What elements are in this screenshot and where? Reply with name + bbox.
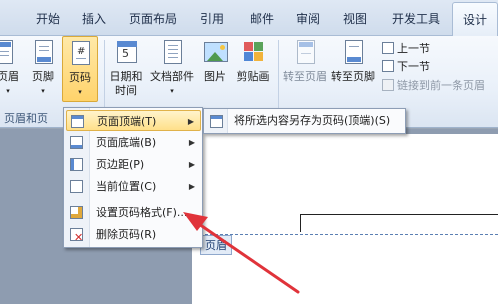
- link-to-previous-button[interactable]: 链接到前一条页眉: [382, 77, 485, 93]
- next-section-icon: [382, 60, 394, 72]
- header-border-tick: [300, 214, 301, 232]
- menu-item-label: 页面底端(B): [96, 136, 157, 149]
- menu-item-label: 当前位置(C): [96, 180, 157, 193]
- datetime-button[interactable]: 5 日期和 时间: [108, 38, 144, 98]
- next-section-button[interactable]: 下一节: [382, 58, 430, 74]
- goto-header-label: 转至页眉: [283, 70, 327, 83]
- datetime-label-2: 时间: [115, 84, 137, 97]
- submenu-arrow-icon: ▶: [188, 138, 195, 147]
- current-position-icon: [70, 180, 83, 193]
- datetime-label-1: 日期和: [109, 70, 143, 83]
- tab-view[interactable]: 视图: [343, 10, 367, 27]
- menu-item-format-page-numbers[interactable]: 设置页码格式(F)...: [66, 202, 201, 223]
- goto-header-button[interactable]: 转至页眉: [282, 38, 328, 84]
- link-to-previous-label: 链接到前一条页眉: [397, 79, 485, 92]
- menu-item-label: 页边距(P): [96, 158, 145, 171]
- page-margins-icon: [70, 158, 83, 171]
- picture-icon: [201, 38, 229, 68]
- page-number-button[interactable]: # 页码 ▾: [62, 36, 98, 102]
- clipart-label: 剪贴画: [236, 70, 270, 83]
- submenu-arrow-icon: ▶: [188, 182, 195, 191]
- document-parts-icon: [158, 38, 186, 68]
- footer-button[interactable]: 页脚 ▾: [28, 38, 58, 98]
- ribbon-tab-bar: 开始 插入 页面布局 引用 邮件 审阅 视图 开发工具 设计: [0, 0, 498, 36]
- goto-footer-button[interactable]: 转至页脚: [330, 38, 376, 84]
- menu-item-bottom-of-page[interactable]: 页面底端(B) ▶: [66, 132, 201, 153]
- tab-developer[interactable]: 开发工具: [392, 10, 440, 27]
- submenu-item-label: 将所选内容另存为页码(顶端)(S): [234, 114, 391, 127]
- menu-item-label: 删除页码(R): [96, 228, 157, 241]
- previous-section-button[interactable]: 上一节: [382, 40, 430, 56]
- footer-icon: [29, 38, 57, 68]
- top-of-page-submenu: 将所选内容另存为页码(顶端)(S): [203, 108, 406, 134]
- tab-page-layout[interactable]: 页面布局: [129, 10, 177, 27]
- picture-label: 图片: [204, 70, 226, 83]
- submenu-item-save-selection[interactable]: 将所选内容另存为页码(顶端)(S): [206, 111, 403, 131]
- submenu-arrow-icon: ▶: [188, 160, 195, 169]
- top-of-page-icon: [71, 115, 84, 128]
- header-boundary: [200, 234, 498, 235]
- menu-item-current-position[interactable]: 当前位置(C) ▶: [66, 176, 201, 197]
- calendar-icon: 5: [112, 38, 140, 68]
- page-number-menu: 页面顶端(T) ▶ 页面底端(B) ▶ 页边距(P) ▶ 当前位置(C) ▶ 设…: [63, 107, 203, 248]
- footer-button-label: 页脚: [32, 70, 54, 83]
- tab-insert[interactable]: 插入: [82, 10, 106, 27]
- menu-item-remove-page-numbers[interactable]: ✕ 删除页码(R): [66, 224, 201, 245]
- bottom-of-page-icon: [70, 136, 83, 149]
- goto-footer-icon: [339, 38, 367, 68]
- goto-header-icon: [291, 38, 319, 68]
- header-button-label: 页眉: [0, 70, 19, 83]
- header-border-line: [300, 214, 498, 215]
- submenu-arrow-icon: ▶: [187, 117, 194, 126]
- tab-design[interactable]: 设计: [452, 2, 498, 36]
- tab-review[interactable]: 审阅: [296, 10, 320, 27]
- header-icon: [0, 38, 17, 68]
- header-button[interactable]: 页眉 ▾: [0, 38, 20, 98]
- menu-item-label: 页面顶端(T): [97, 115, 157, 128]
- tab-home[interactable]: 开始: [36, 10, 60, 27]
- page-number-button-label: 页码: [69, 71, 91, 84]
- remove-page-numbers-icon: ✕: [70, 228, 83, 244]
- menu-item-top-of-page[interactable]: 页面顶端(T) ▶: [66, 110, 201, 131]
- clipart-icon: [239, 38, 267, 68]
- picture-button[interactable]: 图片: [200, 38, 230, 84]
- previous-section-label: 上一节: [397, 42, 430, 55]
- menu-item-page-margins[interactable]: 页边距(P) ▶: [66, 154, 201, 175]
- group-label-header-footer: 页眉和页: [4, 112, 48, 125]
- clipart-button[interactable]: 剪贴画: [234, 38, 272, 84]
- document-parts-button[interactable]: 文档部件 ▾: [148, 38, 196, 98]
- document-page[interactable]: [192, 134, 498, 304]
- next-section-label: 下一节: [397, 60, 430, 73]
- format-page-numbers-icon: [70, 206, 83, 219]
- page-number-icon: #: [66, 39, 94, 69]
- header-tag: 页眉: [200, 235, 232, 255]
- link-icon: [382, 79, 394, 91]
- menu-item-label: 设置页码格式(F)...: [96, 206, 188, 219]
- save-to-gallery-icon: [210, 115, 223, 128]
- tab-mailings[interactable]: 邮件: [250, 10, 274, 27]
- tab-references[interactable]: 引用: [200, 10, 224, 27]
- previous-section-icon: [382, 42, 394, 54]
- document-parts-label: 文档部件: [150, 70, 194, 83]
- goto-footer-label: 转至页脚: [331, 70, 375, 83]
